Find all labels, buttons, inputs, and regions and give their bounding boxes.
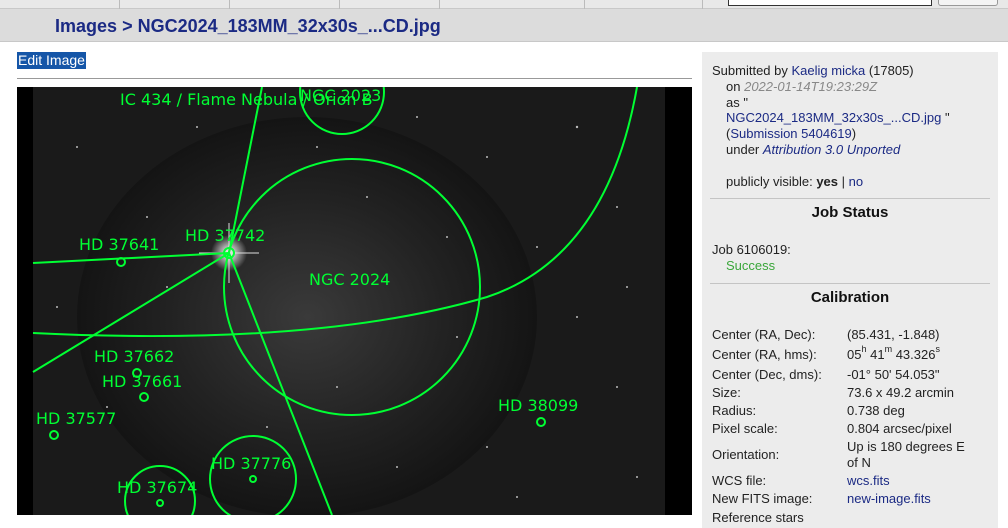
wcs-file-link[interactable]: wcs.fits: [847, 473, 890, 488]
nav-tab[interactable]: [440, 0, 585, 9]
radius-value: 0.738 deg: [847, 403, 905, 418]
new-fits-link[interactable]: new-image.fits: [847, 491, 931, 506]
orientation-value-line1: Up is 180 degrees E: [847, 439, 965, 454]
edit-image-link[interactable]: Edit Image: [17, 52, 86, 69]
label-ngc2024: NGC 2024: [309, 270, 390, 289]
label-hd37674: HD 37674: [117, 478, 197, 497]
radius-label: Radius:: [712, 403, 757, 418]
label-hd37742: HD 37742: [185, 226, 265, 245]
size-label: Size:: [712, 385, 741, 400]
pixel-scale-value: 0.804 arcsec/pixel: [847, 421, 952, 436]
breadcrumb: Images > NGC2024_183MM_32x30s_...CD.jpg: [55, 16, 441, 37]
submission-row: (Submission 5404619): [726, 126, 856, 141]
job-status-heading: Job Status: [710, 198, 990, 221]
license-row: under Attribution 3.0 Unported: [726, 142, 900, 157]
center-dms-value: -01° 50' 54.053": [847, 367, 940, 382]
divider: [17, 78, 692, 79]
nav-tab[interactable]: [340, 0, 440, 9]
search-input[interactable]: [728, 0, 932, 6]
job-id: Job 6106019:: [712, 242, 791, 257]
submitted-by-row: Submitted by Kaelig micka (17805): [712, 63, 914, 78]
label-hd37641: HD 37641: [79, 235, 159, 254]
as-row: as ": [726, 95, 748, 110]
top-nav: [0, 0, 1008, 9]
calibration-heading: Calibration: [710, 283, 990, 306]
user-link[interactable]: Kaelig micka: [792, 63, 866, 78]
label-hd37662: HD 37662: [94, 347, 174, 366]
nebula-glow: [77, 117, 537, 515]
label-ngc2023: NGC 2023: [300, 87, 381, 105]
center-radec-value: (85.431, -1.848): [847, 327, 940, 342]
date-row: on 2022-01-14T19:23:29Z: [726, 79, 877, 94]
job-status-value: Success: [726, 258, 776, 273]
label-hd37776: HD 37776: [211, 454, 291, 473]
visibility-label: publicly visible:: [726, 174, 813, 189]
annotation-overlay: IC 434 / Flame Nebula / Orion B NGC 2023…: [17, 87, 692, 515]
user-count: (17805): [868, 63, 914, 78]
visibility-separator: |: [841, 174, 846, 189]
orientation-label: Orientation:: [712, 447, 780, 462]
reference-stars-label: Reference stars: [712, 510, 804, 525]
annotated-image: IC 434 / Flame Nebula / Orion B NGC 2023…: [17, 87, 692, 515]
filename-row: NGC2024_183MM_32x30s_...CD.jpg ": [726, 110, 950, 125]
nav-tab[interactable]: [230, 0, 340, 9]
center-dms-label: Center (Dec, dms):: [712, 367, 822, 382]
filename-quote: ": [944, 110, 950, 125]
label-hd38099: HD 38099: [498, 396, 578, 415]
search-button[interactable]: [938, 0, 998, 6]
nav-tab[interactable]: [585, 0, 703, 9]
size-value: 73.6 x 49.2 arcmin: [847, 385, 954, 400]
visibility-no-link[interactable]: no: [849, 174, 863, 189]
visibility-row: publicly visible: yes | no: [726, 174, 863, 189]
visibility-yes: yes: [816, 174, 839, 189]
nav-tab[interactable]: [0, 0, 120, 9]
breadcrumb-current: NGC2024_183MM_32x30s_...CD.jpg: [137, 16, 441, 36]
new-fits-label: New FITS image:: [712, 491, 813, 506]
center-radec-label: Center (RA, Dec):: [712, 327, 816, 342]
nav-tab[interactable]: [120, 0, 230, 9]
pixel-scale-label: Pixel scale:: [712, 421, 778, 436]
submission-link[interactable]: Submission 5404619: [730, 126, 851, 141]
license-link[interactable]: Attribution 3.0 Unported: [763, 142, 900, 157]
orientation-value-line2: of N: [847, 455, 871, 470]
center-hms-value: 05h 41m 43.326s: [847, 344, 940, 362]
as-label: as ": [726, 95, 748, 110]
filename-link[interactable]: NGC2024_183MM_32x30s_...CD.jpg: [726, 110, 941, 125]
submission-date: 2022-01-14T19:23:29Z: [744, 79, 878, 94]
label-hd37577: HD 37577: [36, 409, 116, 428]
submitted-by-label: Submitted by: [712, 63, 788, 78]
on-label: on: [726, 79, 741, 94]
label-hd37661: HD 37661: [102, 372, 182, 391]
paren-close: ): [851, 126, 857, 141]
breadcrumb-images-link[interactable]: Images: [55, 16, 117, 36]
title-bar: Images > NGC2024_183MM_32x30s_...CD.jpg: [0, 9, 1008, 42]
wcs-file-label: WCS file:: [712, 473, 767, 488]
under-label: under: [726, 142, 760, 157]
info-panel: Submitted by Kaelig micka (17805) on 202…: [702, 52, 998, 528]
breadcrumb-separator: >: [122, 16, 133, 36]
center-hms-label: Center (RA, hms):: [712, 347, 817, 362]
